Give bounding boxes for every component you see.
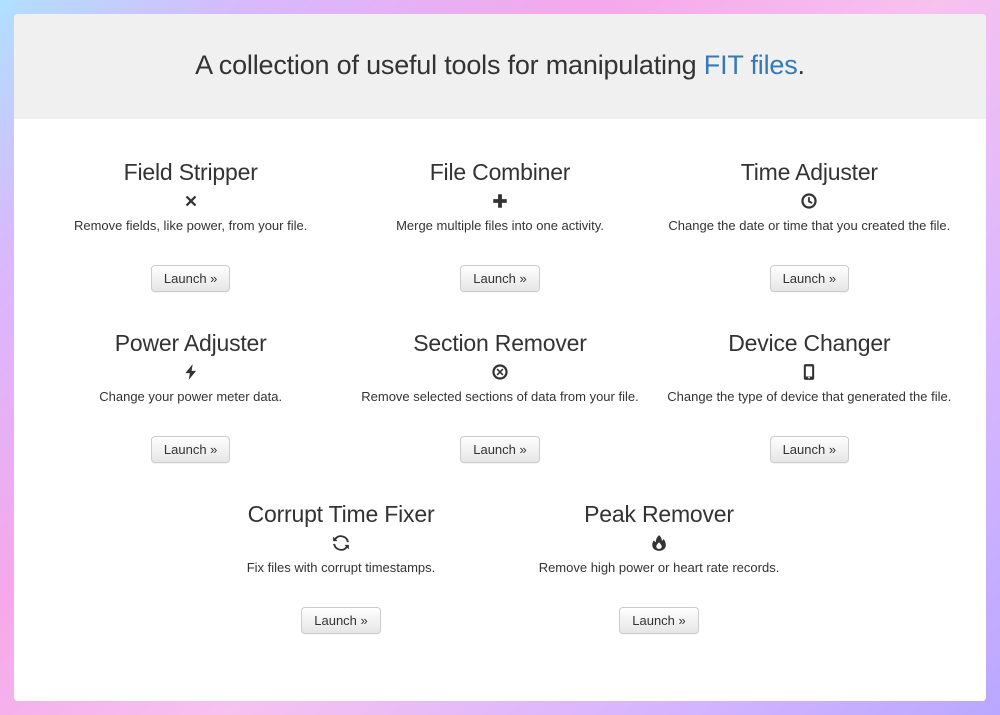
tools-row: Power Adjuster Change your power meter d… — [36, 330, 964, 463]
app-window: A collection of useful tools for manipul… — [14, 14, 986, 701]
fit-files-link[interactable]: FIT files — [704, 50, 798, 80]
tool-title: Time Adjuster — [661, 159, 958, 186]
tool-card-peak-remover: Peak Remover Remove high power or heart … — [500, 501, 818, 634]
tool-title: Corrupt Time Fixer — [188, 501, 494, 528]
tool-card-device-changer: Device Changer Change the type of device… — [655, 330, 964, 463]
bolt-icon — [180, 361, 202, 383]
tool-card-section-remover: Section Remover Remove selected sections… — [345, 330, 654, 463]
tool-desc: Remove fields, like power, from your fil… — [42, 218, 339, 235]
launch-button[interactable]: Launch » — [460, 436, 540, 463]
tool-desc: Change the type of device that generated… — [661, 389, 958, 406]
mobile-icon — [798, 361, 820, 383]
tool-desc: Remove high power or heart rate records. — [506, 560, 812, 577]
title-suffix: . — [798, 50, 805, 80]
tool-desc: Merge multiple files into one activity. — [351, 218, 648, 235]
tool-desc: Change the date or time that you created… — [661, 218, 958, 235]
tool-card-field-stripper: Field Stripper Remove fields, like power… — [36, 159, 345, 292]
launch-button[interactable]: Launch » — [619, 607, 699, 634]
tool-desc: Fix files with corrupt timestamps. — [188, 560, 494, 577]
title-prefix: A collection of useful tools for manipul… — [195, 50, 704, 80]
fire-icon — [648, 532, 670, 554]
tool-title: Power Adjuster — [42, 330, 339, 357]
tool-card-corrupt-time-fixer: Corrupt Time Fixer Fix files with corrup… — [182, 501, 500, 634]
page-title: A collection of useful tools for manipul… — [34, 50, 966, 81]
launch-button[interactable]: Launch » — [301, 607, 381, 634]
tool-title: Field Stripper — [42, 159, 339, 186]
tools-row: Corrupt Time Fixer Fix files with corrup… — [36, 501, 964, 634]
launch-button[interactable]: Launch » — [770, 436, 850, 463]
remove-icon — [180, 190, 202, 212]
tool-card-power-adjuster: Power Adjuster Change your power meter d… — [36, 330, 345, 463]
tool-title: Peak Remover — [506, 501, 812, 528]
refresh-icon — [330, 532, 352, 554]
tool-desc: Remove selected sections of data from yo… — [351, 389, 648, 406]
plus-icon — [489, 190, 511, 212]
tool-desc: Change your power meter data. — [42, 389, 339, 406]
launch-button[interactable]: Launch » — [151, 265, 231, 292]
clock-icon — [798, 190, 820, 212]
launch-button[interactable]: Launch » — [770, 265, 850, 292]
tool-card-file-combiner: File Combiner Merge multiple files into … — [345, 159, 654, 292]
tools-row: Field Stripper Remove fields, like power… — [36, 159, 964, 292]
circle-x-icon — [489, 361, 511, 383]
tool-title: Section Remover — [351, 330, 648, 357]
tool-card-time-adjuster: Time Adjuster Change the date or time th… — [655, 159, 964, 292]
tool-title: File Combiner — [351, 159, 648, 186]
page-header: A collection of useful tools for manipul… — [14, 14, 986, 119]
tool-title: Device Changer — [661, 330, 958, 357]
launch-button[interactable]: Launch » — [460, 265, 540, 292]
tools-grid: Field Stripper Remove fields, like power… — [14, 119, 986, 701]
launch-button[interactable]: Launch » — [151, 436, 231, 463]
